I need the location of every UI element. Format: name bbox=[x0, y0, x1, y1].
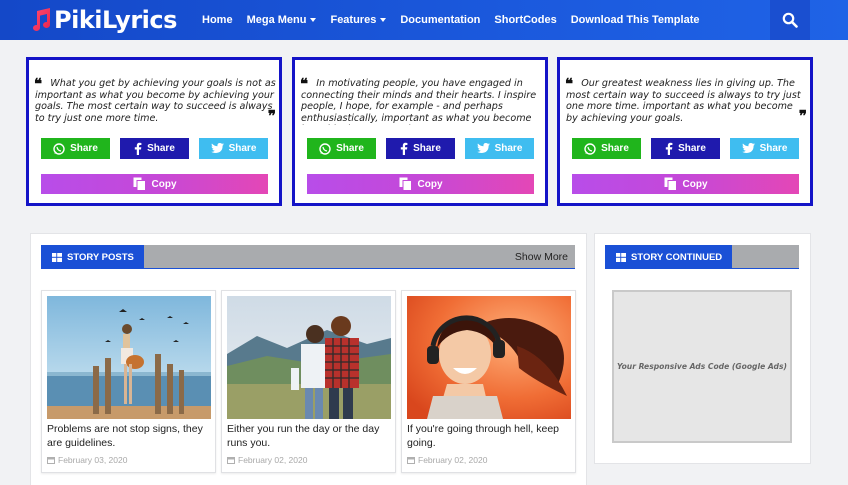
story-continued-header: STORY CONTINUED bbox=[605, 245, 799, 269]
grid-icon bbox=[616, 252, 626, 262]
nav-documentation[interactable]: Documentation bbox=[400, 14, 480, 26]
copy-label: Copy bbox=[151, 178, 177, 190]
main-nav: Home Mega Menu Features Documentation Sh… bbox=[202, 0, 714, 40]
quote-close-icon: ❞ bbox=[267, 107, 276, 125]
post-date: February 02, 2020 bbox=[407, 455, 487, 465]
calendar-icon bbox=[47, 457, 55, 464]
section-divider bbox=[41, 268, 575, 269]
whatsapp-share-label: Share bbox=[336, 143, 364, 154]
copy-icon bbox=[664, 177, 677, 191]
story-continued-tab: STORY CONTINUED bbox=[605, 245, 733, 269]
music-note-icon bbox=[33, 8, 50, 31]
whatsapp-share-button[interactable]: Share bbox=[572, 138, 641, 159]
whatsapp-icon bbox=[53, 142, 65, 155]
whatsapp-share-button[interactable]: Share bbox=[307, 138, 376, 159]
twitter-share-label: Share bbox=[494, 143, 523, 154]
post-date-text: February 02, 2020 bbox=[238, 455, 308, 465]
nav-mega-menu-label: Mega Menu bbox=[246, 14, 307, 26]
post-card[interactable]: Either you run the day or the day runs y… bbox=[221, 290, 396, 473]
whatsapp-share-label: Share bbox=[601, 143, 629, 154]
story-continued-title: STORY CONTINUED bbox=[631, 251, 723, 263]
calendar-icon bbox=[227, 457, 235, 464]
whatsapp-icon bbox=[584, 142, 596, 155]
nav-shortcodes-label: ShortCodes bbox=[494, 14, 557, 26]
twitter-icon bbox=[741, 143, 755, 153]
site-logo[interactable]: PikiLyrics bbox=[30, 5, 177, 35]
quote-card: ❝ What you get by achieving your goals i… bbox=[26, 57, 282, 206]
twitter-share-button[interactable]: Share bbox=[199, 138, 268, 159]
facebook-icon bbox=[665, 142, 673, 155]
post-date: February 03, 2020 bbox=[47, 455, 127, 465]
chevron-down-icon bbox=[310, 18, 317, 22]
post-image bbox=[407, 296, 571, 419]
facebook-share-button[interactable]: Share bbox=[386, 138, 455, 159]
copy-button[interactable]: Copy bbox=[307, 174, 534, 194]
twitter-share-button[interactable]: Share bbox=[465, 138, 534, 159]
nav-download-template-label: Download This Template bbox=[570, 14, 700, 26]
twitter-share-button[interactable]: Share bbox=[730, 138, 799, 159]
post-card[interactable]: Problems are not stop signs, they are gu… bbox=[41, 290, 216, 473]
quote-text: In motivating people, you have engaged i… bbox=[301, 78, 537, 125]
nav-home[interactable]: Home bbox=[202, 14, 233, 26]
post-title[interactable]: If you're going through hell, keep going… bbox=[407, 422, 573, 450]
nav-documentation-label: Documentation bbox=[400, 14, 481, 26]
site-header: PikiLyrics Home Mega Menu Features Docum… bbox=[0, 0, 848, 40]
search-icon bbox=[782, 12, 798, 28]
post-title[interactable]: Problems are not stop signs, they are gu… bbox=[47, 422, 213, 450]
facebook-share-button[interactable]: Share bbox=[120, 138, 189, 159]
whatsapp-share-label: Share bbox=[70, 143, 98, 154]
search-button[interactable] bbox=[770, 0, 810, 40]
quote-card: ❝ In motivating people, you have engaged… bbox=[292, 57, 548, 206]
section-divider bbox=[605, 268, 799, 269]
quote-text: What you get by achieving your goals is … bbox=[35, 78, 276, 124]
copy-label: Copy bbox=[682, 178, 708, 190]
nav-shortcodes[interactable]: ShortCodes bbox=[494, 14, 556, 26]
facebook-share-label: Share bbox=[678, 143, 706, 154]
ads-placeholder-text: Your Responsive Ads Code (Google Ads) bbox=[617, 362, 787, 371]
copy-label: Copy bbox=[417, 178, 443, 190]
post-image bbox=[227, 296, 391, 419]
facebook-share-label: Share bbox=[147, 143, 175, 154]
story-posts-title: STORY POSTS bbox=[67, 251, 134, 263]
twitter-icon bbox=[210, 143, 224, 153]
post-title[interactable]: Either you run the day or the day runs y… bbox=[227, 422, 393, 450]
whatsapp-share-button[interactable]: Share bbox=[41, 138, 110, 159]
quote-close-icon: ❞ bbox=[798, 107, 807, 125]
post-thumbnail[interactable] bbox=[227, 296, 391, 419]
quote-card: ❝ Our greatest weakness lies in giving u… bbox=[557, 57, 813, 206]
whatsapp-icon bbox=[319, 142, 331, 155]
post-thumbnail[interactable] bbox=[47, 296, 211, 419]
twitter-share-label: Share bbox=[759, 143, 788, 154]
twitter-icon bbox=[476, 143, 490, 153]
post-date: February 02, 2020 bbox=[227, 455, 307, 465]
post-thumbnail[interactable] bbox=[407, 296, 571, 419]
nav-features[interactable]: Features bbox=[330, 14, 387, 26]
facebook-icon bbox=[400, 142, 408, 155]
facebook-share-button[interactable]: Share bbox=[651, 138, 720, 159]
calendar-icon bbox=[407, 457, 415, 464]
copy-icon bbox=[133, 177, 146, 191]
nav-mega-menu[interactable]: Mega Menu bbox=[247, 14, 317, 26]
copy-button[interactable]: Copy bbox=[41, 174, 268, 194]
facebook-share-label: Share bbox=[413, 143, 441, 154]
copy-icon bbox=[399, 177, 412, 191]
nav-download-template[interactable]: Download This Template bbox=[571, 14, 700, 26]
logo-text: PikiLyrics bbox=[54, 6, 177, 34]
post-date-text: February 02, 2020 bbox=[418, 455, 488, 465]
grid-icon bbox=[52, 252, 62, 262]
ads-placeholder[interactable]: Your Responsive Ads Code (Google Ads) bbox=[612, 290, 792, 443]
nav-features-label: Features bbox=[330, 14, 377, 26]
post-date-text: February 03, 2020 bbox=[58, 455, 128, 465]
post-card[interactable]: If you're going through hell, keep going… bbox=[401, 290, 576, 473]
quote-text: Our greatest weakness lies in giving up.… bbox=[566, 78, 801, 124]
facebook-icon bbox=[134, 142, 142, 155]
story-posts-header: STORY POSTS Show More bbox=[41, 245, 575, 269]
post-image bbox=[47, 296, 211, 419]
chevron-down-icon bbox=[380, 18, 387, 22]
story-posts-tab: STORY POSTS bbox=[41, 245, 144, 269]
twitter-share-label: Share bbox=[228, 143, 257, 154]
nav-home-label: Home bbox=[202, 14, 233, 26]
show-more-link[interactable]: Show More bbox=[515, 245, 568, 269]
copy-button[interactable]: Copy bbox=[572, 174, 799, 194]
